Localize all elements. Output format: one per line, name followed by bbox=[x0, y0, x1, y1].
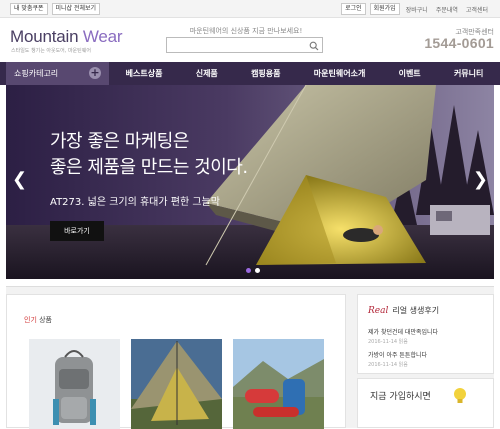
real-review-panel: Real 리얼 생생후기 제가 찾던건데 대만족입니다 2016-11-14 읽음… bbox=[357, 294, 494, 374]
review-item-title[interactable]: 가방이 아주 튼튼합니다 bbox=[368, 350, 427, 359]
product-thumb-gear[interactable] bbox=[233, 339, 324, 429]
top-utility-bar: 내 맞춤쿠폰 미니샵 전체보기 로그인 회원가입 장바구니 주문내역 고객센터 bbox=[0, 0, 500, 18]
cart-link[interactable]: 장바구니 bbox=[404, 5, 430, 14]
hero-title-line2: 좋은 제품을 만드는 것이다. bbox=[50, 157, 248, 178]
slide-dot[interactable] bbox=[254, 268, 260, 273]
login-button[interactable]: 로그인 bbox=[341, 3, 366, 15]
search-icon[interactable] bbox=[309, 41, 319, 51]
chevron-right-icon[interactable]: ❯ bbox=[473, 171, 488, 189]
cs-phone: 1544-0601 bbox=[424, 35, 494, 51]
popular-products-panel: 인기 상품 bbox=[6, 294, 346, 429]
hero-title-line1: 가장 좋은 마케팅은 bbox=[50, 131, 189, 152]
nav-item-community[interactable]: 커뮤니티 bbox=[437, 62, 500, 85]
search-box bbox=[166, 37, 323, 53]
search-input[interactable] bbox=[169, 39, 305, 51]
real-script-label: Real bbox=[368, 306, 389, 316]
hero-banner: 가장 좋은 마케팅은 좋은 제품을 만드는 것이다. AT273. 넓은 크기의… bbox=[6, 85, 494, 279]
nav-item-about[interactable]: 마운틴웨어소개 bbox=[297, 62, 382, 85]
popular-title-rest: 상품 bbox=[36, 316, 52, 324]
category-label: 쇼핑카테고리 bbox=[14, 69, 59, 78]
tagline: 스타일도 챙기는 아웃도어, 마운틴웨어 bbox=[11, 48, 91, 54]
review-heading: Real 리얼 생생후기 bbox=[368, 305, 439, 316]
hero-subtitle: AT273. 넓은 크기의 휴대가 편한 그늘막 bbox=[50, 197, 220, 208]
chevron-left-icon[interactable]: ❮ bbox=[12, 171, 27, 189]
nav-item-new[interactable]: 신제품 bbox=[179, 62, 234, 85]
promo-text: 마운틴웨어의 신상품 지금 만나보세요! bbox=[189, 27, 303, 35]
logo-accent: Wear bbox=[82, 27, 123, 46]
popular-title-accent: 인기 bbox=[24, 316, 37, 324]
minishop-button[interactable]: 미니샵 전체보기 bbox=[51, 3, 101, 15]
hero-tent-image bbox=[6, 85, 494, 279]
review-item-meta: 2016-11-14 읽음 bbox=[368, 362, 408, 368]
site-logo[interactable]: Mountain Wear bbox=[10, 27, 123, 47]
service-link[interactable]: 고객센터 bbox=[464, 5, 490, 14]
review-heading-text: 리얼 생생후기 bbox=[392, 306, 440, 315]
plus-icon: + bbox=[89, 66, 101, 79]
join-banner[interactable]: 지금 가입하시면 bbox=[357, 378, 494, 428]
shopping-category-button[interactable]: 쇼핑카테고리 + bbox=[6, 62, 109, 85]
hero-title: 가장 좋은 마케팅은 좋은 제품을 만드는 것이다. bbox=[50, 129, 248, 181]
popular-title: 인기 상품 bbox=[24, 315, 52, 325]
nav-item-best[interactable]: 베스트상품 bbox=[109, 62, 179, 85]
lightbulb-icon bbox=[454, 388, 466, 403]
review-item-meta: 2016-11-14 읽음 bbox=[368, 339, 408, 345]
product-thumb-backpack[interactable] bbox=[29, 339, 120, 429]
coupon-button[interactable]: 내 맞춤쿠폰 bbox=[10, 3, 48, 15]
review-item-title[interactable]: 제가 찾던건데 대만족입니다 bbox=[368, 327, 438, 336]
nav-item-camping[interactable]: 캠핑용품 bbox=[234, 62, 297, 85]
nav-item-event[interactable]: 이벤트 bbox=[382, 62, 437, 85]
hero-go-button[interactable]: 바로가기 bbox=[50, 221, 104, 241]
logo-text: Mountain bbox=[10, 27, 83, 46]
product-thumb-tent[interactable] bbox=[131, 339, 222, 429]
orders-link[interactable]: 주문내역 bbox=[434, 5, 460, 14]
main-nav: 쇼핑카테고리 + 베스트상품 신제품 캠핑용품 마운틴웨어소개 이벤트 커뮤니티 bbox=[0, 62, 500, 85]
join-button[interactable]: 회원가입 bbox=[369, 3, 400, 15]
slide-dot[interactable] bbox=[245, 268, 251, 273]
nav-menu: 베스트상품 신제품 캠핑용품 마운틴웨어소개 이벤트 커뮤니티 bbox=[109, 62, 500, 85]
join-banner-text: 지금 가입하시면 bbox=[370, 392, 431, 402]
